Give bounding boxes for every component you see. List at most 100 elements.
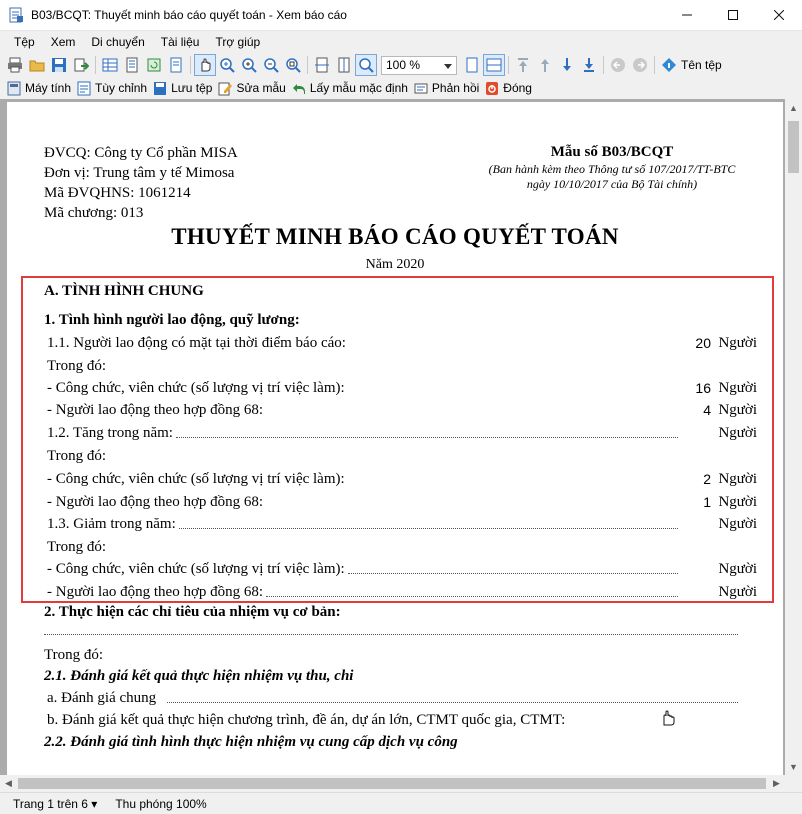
info-diamond-icon: [662, 58, 676, 72]
calculator-button[interactable]: Máy tính: [4, 77, 74, 99]
whole-page-icon[interactable]: [333, 54, 355, 76]
dotted-line: [44, 634, 738, 635]
row-unit: Người: [718, 335, 757, 351]
hand-tool-icon[interactable]: [194, 54, 216, 76]
table-row: 1.3. Giảm trong năm: Người: [47, 513, 757, 533]
row-value: 16: [695, 380, 711, 396]
menu-bar: Tệp Xem Di chuyển Tài liệu Trợ giúp: [0, 32, 802, 53]
zoom-100-icon[interactable]: [355, 54, 377, 76]
row-label: - Công chức, viên chức (số lượng vị trí …: [47, 380, 345, 396]
toolbar-actions: Máy tính Tùy chỉnh Lưu tệp Sửa mẫu Lấy m…: [0, 77, 802, 99]
table-row: - Công chức, viên chức (số lượng vị trí …: [47, 468, 757, 488]
vertical-scrollbar[interactable]: ▲ ▼: [785, 99, 802, 775]
horizontal-scrollbar[interactable]: ◀ ▶: [0, 775, 785, 792]
row-unit: Người: [718, 561, 757, 577]
edit-template-button[interactable]: Sửa mẫu: [215, 77, 288, 99]
forward-icon[interactable]: [629, 54, 651, 76]
menu-navigate[interactable]: Di chuyển: [83, 32, 152, 53]
feedback-button[interactable]: Phản hồi: [411, 77, 482, 99]
default-template-button[interactable]: Lấy mẫu mặc định: [289, 77, 411, 99]
form-number: Mẫu số B03/BCQT: [550, 144, 674, 160]
toolbar-main: 100 % Tên tệp: [0, 53, 802, 77]
table-row: - Công chức, viên chức (số lượng vị trí …: [47, 377, 757, 397]
open-folder-icon[interactable]: [26, 54, 48, 76]
dotted-leader: [266, 596, 678, 597]
table-view-icon[interactable]: [99, 54, 121, 76]
menu-view[interactable]: Xem: [43, 32, 84, 53]
row-value: 4: [703, 402, 711, 418]
back-icon[interactable]: [607, 54, 629, 76]
single-page-icon[interactable]: [461, 54, 483, 76]
zoom-plus-icon[interactable]: [238, 54, 260, 76]
row-unit: Người: [718, 402, 757, 418]
chapter-line: Mã chương: 013: [44, 205, 144, 221]
page-width-icon[interactable]: [311, 54, 333, 76]
close-window-button[interactable]: [756, 0, 802, 31]
title-bar: B03/BCQT: Thuyết minh báo cáo quyết toán…: [0, 0, 802, 31]
table-row: 1.1. Người lao động có mặt tại thời điểm…: [47, 332, 757, 352]
toolbar-separator: [508, 56, 509, 74]
hand-cursor-icon: [659, 709, 677, 732]
report-title: THUYẾT MINH BÁO CÁO QUYẾT TOÁN: [171, 224, 619, 249]
zoom-out-icon[interactable]: [260, 54, 282, 76]
save-icon[interactable]: [48, 54, 70, 76]
page-indicator-label: Trang 1 trên 6: [13, 796, 88, 811]
row-label: - Người lao động theo hợp đồng 68:: [47, 402, 264, 418]
zoom-indicator: Thu phóng 100%: [115, 796, 207, 811]
customize-label: Tùy chỉnh: [95, 81, 148, 95]
zoom-region-icon[interactable]: [282, 54, 304, 76]
document-icon[interactable]: [165, 54, 187, 76]
row-label: Trong đó:: [47, 539, 107, 555]
maximize-button[interactable]: [710, 0, 756, 31]
next-page-icon[interactable]: [556, 54, 578, 76]
scroll-right-icon[interactable]: ▶: [768, 775, 785, 792]
scroll-down-icon[interactable]: ▼: [785, 758, 802, 775]
chevron-down-icon: [444, 58, 452, 72]
row-label: - Công chức, viên chức (số lượng vị trí …: [47, 561, 345, 577]
calculator-icon: [7, 81, 21, 95]
table-row: 1.2. Tăng trong năm: Người: [47, 422, 757, 442]
minimize-button[interactable]: [664, 0, 710, 31]
close-button[interactable]: Đóng: [482, 77, 535, 99]
customize-button[interactable]: Tùy chỉnh: [74, 77, 150, 99]
dotted-leader: [175, 437, 678, 438]
page-indicator[interactable]: Trang 1 trên 6 ▾: [13, 797, 97, 811]
zoom-in-icon[interactable]: [216, 54, 238, 76]
table-row: Trong đó:: [47, 355, 757, 375]
save-file-button[interactable]: Lưu tệp: [150, 77, 215, 99]
table-row: - Người lao động theo hợp đồng 68: Người: [47, 581, 757, 601]
subsection-2-2-heading: 2.2. Đánh giá tình hình thực hiện nhiệm …: [44, 734, 458, 750]
subsection-2-heading: 2. Thực hiện các chỉ tiêu của nhiệm vụ c…: [44, 604, 341, 620]
row-label: - Công chức, viên chức (số lượng vị trí …: [47, 471, 345, 487]
undo-arrow-icon: [292, 83, 305, 94]
header-right: Mẫu số B03/BCQT (Ban hành kèm theo Thông…: [462, 142, 762, 192]
zoom-select[interactable]: 100 %: [381, 55, 457, 75]
scroll-left-icon[interactable]: ◀: [0, 775, 17, 792]
refresh-icon[interactable]: [143, 54, 165, 76]
table-row: - Công chức, viên chức (số lượng vị trí …: [47, 558, 757, 578]
multi-page-icon[interactable]: [483, 54, 505, 76]
page-setup-icon[interactable]: [121, 54, 143, 76]
export-icon[interactable]: [70, 54, 92, 76]
menu-document[interactable]: Tài liệu: [153, 32, 208, 53]
vertical-scroll-thumb[interactable]: [788, 121, 799, 173]
feedback-icon: [414, 83, 428, 93]
report-page: ĐVCQ: Công ty Cổ phần MISA Đơn vị: Trung…: [7, 102, 783, 791]
scroll-up-icon[interactable]: ▲: [785, 99, 802, 116]
print-icon[interactable]: [4, 54, 26, 76]
report-viewer: ĐVCQ: Công ty Cổ phần MISA Đơn vị: Trung…: [0, 99, 802, 791]
horizontal-scroll-thumb[interactable]: [18, 778, 766, 789]
file-name-button[interactable]: Tên tệp: [658, 54, 725, 76]
chevron-down-icon: ▾: [91, 796, 98, 811]
last-page-icon[interactable]: [578, 54, 600, 76]
feedback-label: Phản hồi: [431, 81, 480, 95]
first-page-icon[interactable]: [512, 54, 534, 76]
toolbar-separator: [307, 56, 308, 74]
dotted-leader: [347, 573, 678, 574]
row-unit: Người: [718, 471, 757, 487]
menu-help[interactable]: Trợ giúp: [207, 32, 268, 53]
menu-file[interactable]: Tệp: [6, 32, 43, 53]
subsection-2-1-heading: 2.1. Đánh giá kết quả thực hiện nhiệm vụ…: [44, 668, 354, 684]
dotted-leader: [178, 528, 678, 529]
previous-page-icon[interactable]: [534, 54, 556, 76]
